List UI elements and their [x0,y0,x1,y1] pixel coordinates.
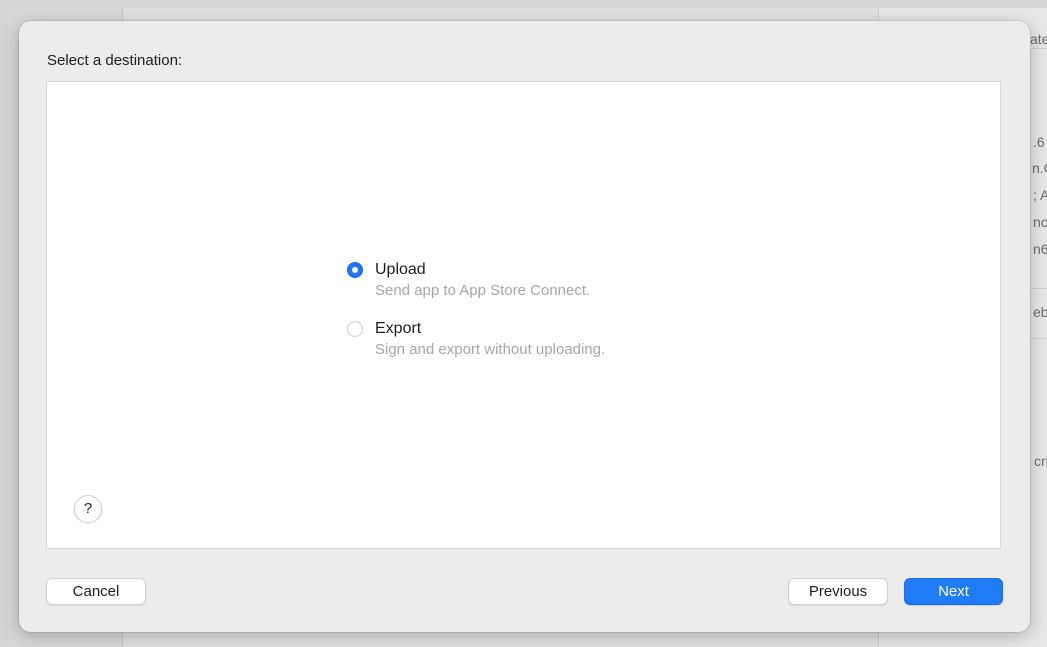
upload-label[interactable]: Upload [375,260,605,280]
next-button[interactable]: Next [904,578,1003,605]
destination-sheet: Select a destination: Upload Send app to… [19,21,1030,632]
option-export[interactable]: Export Sign and export without uploading… [347,319,605,360]
cancel-button[interactable]: Cancel [46,578,146,605]
upload-radio[interactable] [347,262,363,278]
previous-button[interactable]: Previous [788,578,888,605]
background-text-fragment: eb [1033,304,1047,320]
export-radio[interactable] [347,321,363,337]
background-text-fragment: ; A [1033,187,1047,203]
background-text-fragment: ate [1030,31,1047,47]
sheet-title: Select a destination: [47,52,183,69]
help-button[interactable]: ? [74,495,102,523]
background-text-fragment: cri [1034,453,1047,469]
destination-content-panel: Upload Send app to App Store Connect. Ex… [46,81,1001,549]
background-text-fragment: n64 [1033,241,1047,257]
background-text-fragment: nco [1033,214,1047,230]
export-label[interactable]: Export [375,319,605,339]
background-text-fragment: .6 [1033,134,1045,150]
export-description: Sign and export without uploading. [375,341,606,358]
destination-options: Upload Send app to App Store Connect. Ex… [347,260,605,378]
upload-description: Send app to App Store Connect. [375,282,591,299]
option-upload[interactable]: Upload Send app to App Store Connect. [347,260,605,301]
background-text-fragment: n.C [1032,160,1047,176]
